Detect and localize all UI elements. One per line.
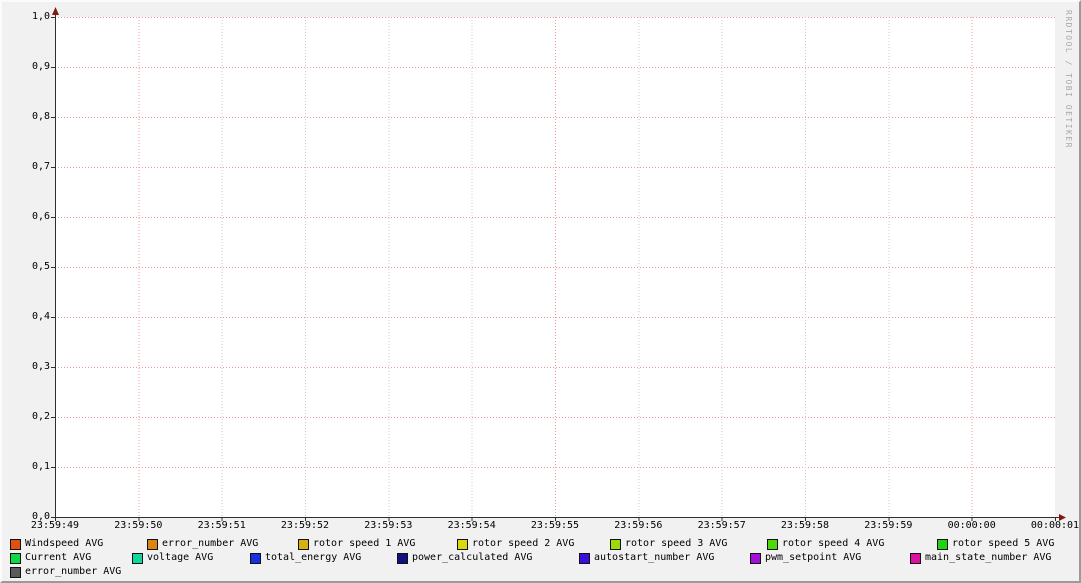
legend-label: rotor speed 5 AVG (952, 538, 1054, 550)
y-tick-label: 0,1 (22, 461, 50, 473)
legend-label: rotor speed 2 AVG (472, 538, 574, 550)
y-tick-label: 0,5 (22, 261, 50, 273)
legend-item: rotor speed 2 AVG (457, 538, 574, 550)
legend-swatch (132, 553, 143, 564)
legend-label: power_calculated AVG (412, 552, 532, 564)
legend-item: rotor speed 5 AVG (937, 538, 1054, 550)
legend-label: rotor speed 4 AVG (782, 538, 884, 550)
legend-swatch (10, 567, 21, 578)
legend-swatch (397, 553, 408, 564)
legend-swatch (10, 539, 21, 550)
y-tick-label: 0,9 (22, 61, 50, 73)
legend-swatch (937, 539, 948, 550)
legend-item: voltage AVG (132, 552, 213, 564)
legend-label: Windspeed AVG (25, 538, 103, 550)
legend-item: pwm_setpoint AVG (750, 552, 861, 564)
legend-label: Current AVG (25, 552, 91, 564)
x-tick-label: 23:59:53 (357, 520, 419, 531)
x-tick-label: 23:59:49 (24, 520, 86, 531)
legend-label: rotor speed 3 AVG (625, 538, 727, 550)
x-tick-label: 00:00:01 (1024, 520, 1081, 531)
legend-item: error_number AVG (147, 538, 258, 550)
legend-item: rotor speed 1 AVG (298, 538, 415, 550)
legend-item: rotor speed 4 AVG (767, 538, 884, 550)
y-tick-label: 0,3 (22, 361, 50, 373)
y-tick-label: 0,6 (22, 211, 50, 223)
x-tick-label: 00:00:00 (941, 520, 1003, 531)
legend-swatch (610, 539, 621, 550)
x-tick-label: 23:59:50 (107, 520, 169, 531)
legend-swatch (750, 553, 761, 564)
legend-swatch (10, 553, 21, 564)
chart-canvas (2, 2, 1081, 583)
legend-swatch (579, 553, 590, 564)
legend-label: pwm_setpoint AVG (765, 552, 861, 564)
y-tick-label: 0,2 (22, 411, 50, 423)
legend-item: total_energy AVG (250, 552, 361, 564)
y-axis-arrow-icon (52, 7, 59, 15)
x-tick-label: 23:59:58 (774, 520, 836, 531)
legend-label: error_number AVG (25, 566, 121, 578)
legend-item: power_calculated AVG (397, 552, 532, 564)
legend-swatch (767, 539, 778, 550)
y-tick-label: 0,7 (22, 161, 50, 173)
legend-swatch (250, 553, 261, 564)
legend-item: autostart_number AVG (579, 552, 714, 564)
legend-swatch (457, 539, 468, 550)
legend-label: total_energy AVG (265, 552, 361, 564)
legend-label: voltage AVG (147, 552, 213, 564)
x-tick-label: 23:59:54 (441, 520, 503, 531)
x-tick-label: 23:59:55 (524, 520, 586, 531)
watermark: RRDTOOL / TOBI OETIKER (1064, 10, 1073, 149)
y-tick-label: 1,0 (22, 11, 50, 23)
legend-item: rotor speed 3 AVG (610, 538, 727, 550)
x-tick-label: 23:59:59 (857, 520, 919, 531)
x-tick-label: 23:59:57 (691, 520, 753, 531)
y-tick-label: 0,4 (22, 311, 50, 323)
legend-swatch (910, 553, 921, 564)
legend-item: Windspeed AVG (10, 538, 103, 550)
legend-label: main_state_number AVG (925, 552, 1051, 564)
y-tick-label: 0,8 (22, 111, 50, 123)
legend-label: error_number AVG (162, 538, 258, 550)
legend-item: Current AVG (10, 552, 91, 564)
legend-swatch (298, 539, 309, 550)
legend-swatch (147, 539, 158, 550)
x-tick-label: 23:59:51 (191, 520, 253, 531)
rrd-graph: 0,00,10,20,30,40,50,60,70,80,91,0 23:59:… (0, 0, 1081, 583)
legend-label: rotor speed 1 AVG (313, 538, 415, 550)
legend-label: autostart_number AVG (594, 552, 714, 564)
x-tick-label: 23:59:56 (607, 520, 669, 531)
legend-item: error_number AVG (10, 566, 121, 578)
legend-item: main_state_number AVG (910, 552, 1051, 564)
x-tick-label: 23:59:52 (274, 520, 336, 531)
